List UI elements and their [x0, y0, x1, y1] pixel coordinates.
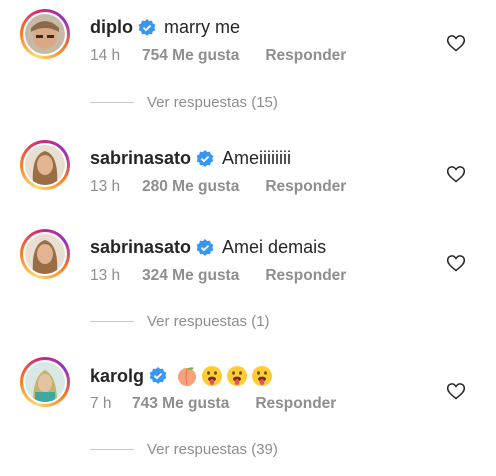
heart-icon[interactable] [446, 164, 466, 184]
avatar-photo [25, 14, 65, 54]
view-replies-diplo[interactable]: Ver respuestas (15) [90, 94, 278, 111]
username[interactable]: diplo [90, 17, 133, 38]
divider [90, 449, 134, 450]
verified-badge-icon [196, 149, 214, 168]
reply-button[interactable]: Responder [265, 267, 346, 285]
verified-badge-icon [196, 238, 214, 257]
like-count[interactable]: 280 Me gusta [142, 178, 239, 196]
reply-button[interactable]: Responder [265, 178, 346, 196]
heart-icon[interactable] [446, 253, 466, 273]
username[interactable]: sabrinasato [90, 237, 191, 258]
heart-icon[interactable] [446, 381, 466, 401]
reply-button[interactable]: Responder [255, 395, 336, 413]
comment-text: Amei demais [222, 237, 327, 257]
verified-badge-icon [138, 18, 156, 37]
timestamp: 7 h [90, 395, 112, 412]
comment-text: Ameiiiiiiii [222, 148, 292, 168]
view-replies-karolg[interactable]: Ver respuestas (39) [90, 441, 278, 458]
timestamp: 13 h [90, 178, 121, 195]
avatar-photo [25, 145, 65, 185]
comment-diplo: diplo marry me 14 h 754 Me gusta Respond… [0, 9, 496, 89]
peach-emoji-icon [176, 365, 198, 387]
tongue-out-face-emoji-icon [251, 365, 273, 387]
view-replies-sabrinasato[interactable]: Ver respuestas (1) [90, 313, 270, 330]
tongue-out-face-emoji-icon [226, 365, 248, 387]
avatar-diplo[interactable] [20, 9, 70, 59]
username[interactable]: karolg [90, 366, 144, 387]
comment-sabrinasato-1: sabrinasato Ameiiiiiiii 13 h 280 Me gust… [0, 140, 496, 220]
view-replies-label[interactable]: Ver respuestas (39) [147, 441, 278, 458]
avatar-karolg[interactable] [20, 357, 70, 407]
divider [90, 102, 134, 103]
divider [90, 321, 134, 322]
like-count[interactable]: 754 Me gusta [142, 47, 239, 65]
comment-karolg: karolg 7 h 743 Me gusta Responder [0, 357, 496, 437]
comment-sabrinasato-2: sabrinasato Amei demais 13 h 324 Me gust… [0, 229, 496, 309]
timestamp: 13 h [90, 267, 121, 284]
comment-emojis [173, 365, 273, 387]
username[interactable]: sabrinasato [90, 148, 191, 169]
reply-button[interactable]: Responder [265, 47, 346, 65]
avatar-sabrinasato[interactable] [20, 229, 70, 279]
view-replies-label[interactable]: Ver respuestas (1) [147, 313, 270, 330]
verified-badge-icon [149, 367, 167, 385]
view-replies-label[interactable]: Ver respuestas (15) [147, 94, 278, 111]
timestamp: 14 h [90, 47, 121, 64]
heart-icon[interactable] [446, 33, 466, 53]
tongue-out-face-emoji-icon [201, 365, 223, 387]
avatar-photo [25, 234, 65, 274]
comment-text: marry me [164, 17, 240, 37]
like-count[interactable]: 743 Me gusta [132, 395, 229, 413]
like-count[interactable]: 324 Me gusta [142, 267, 239, 285]
avatar-sabrinasato[interactable] [20, 140, 70, 190]
avatar-photo [25, 362, 65, 402]
